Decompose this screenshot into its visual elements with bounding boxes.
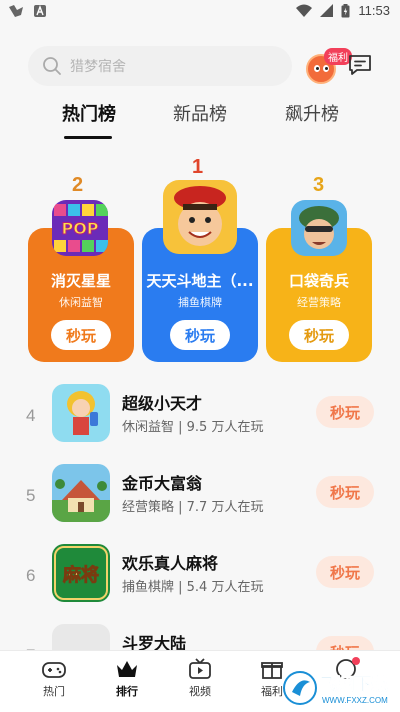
list-item[interactable]: 6 麻将 欢乐真人麻将 捕鱼棋牌 | 5.4 万人在玩 秒玩 [0,544,400,614]
watermark-url: WWW.FXXZ.COM [322,696,388,705]
podium-rank-1: 1 [192,156,204,178]
search-placeholder: 猎梦宿舍 [70,59,126,75]
nav-label: 热门 [43,685,65,698]
game-icon-pop-star[interactable]: POP [52,200,108,256]
list-title: 金币大富翁 [122,474,203,493]
watermark-logo: 飞翔下载 WWW.FXXZ.COM [280,668,398,708]
podium-category-3: 经营策略 [297,296,341,309]
tab-new[interactable]: 新品榜 [173,100,227,126]
game-icon-super-genius[interactable] [52,384,110,442]
game-icon-doudizhu[interactable] [163,180,237,254]
notification-dot [352,657,360,665]
pop-logo-text: POP [61,219,98,238]
list-title: 欢乐真人麻将 [122,554,219,573]
tab-rising[interactable]: 飙升榜 [285,100,339,126]
game-icon-pocket-troops[interactable] [291,200,347,256]
list-rank: 5 [26,486,36,505]
list-rank: 4 [26,406,36,425]
list-title: 超级小天才 [122,394,203,413]
message-icon[interactable] [348,54,372,76]
nav-ranking[interactable]: 排行 [97,657,157,699]
play-button-1[interactable]: 秒玩 [170,320,230,350]
play-button-2[interactable]: 秒玩 [51,320,111,350]
search-icon [43,57,61,75]
podium-rank-2: 2 [72,174,84,196]
tv-icon [189,658,211,679]
battery-icon [341,3,350,17]
podium-title-2: 消灭星星 [50,272,111,290]
list-item[interactable]: 5 金币大富翁 经营策略 | 7.7 万人在玩 秒玩 [0,464,400,534]
play-button[interactable]: 秒玩 [316,476,374,508]
signal-icon [320,4,334,17]
mahjong-logo-text: 麻将 [62,564,99,586]
list-rank: 6 [26,566,36,585]
crown-icon [117,661,137,677]
status-bar: 11:53 [0,0,400,24]
play-button[interactable]: 秒玩 [316,556,374,588]
game-icon-gold-tycoon[interactable] [52,464,110,522]
tab-hot[interactable]: 热门榜 [62,100,116,126]
gamepad-icon [42,662,66,678]
podium-title-3: 口袋奇兵 [288,272,349,290]
list-meta: 休闲益智 | 9.5 万人在玩 [122,420,264,435]
nav-label: 视频 [189,685,211,698]
list-meta: 捕鱼棋牌 | 5.4 万人在玩 [122,580,264,595]
game-icon-mahjong[interactable]: 麻将 [52,544,110,602]
watermark-text: 飞翔下载 [320,674,388,695]
nav-video[interactable]: 视频 [170,657,230,699]
ranking-tabs: 热门榜 新品榜 飙升榜 [0,100,400,140]
play-button-3[interactable]: 秒玩 [289,320,349,350]
podium-rank-3: 3 [313,174,325,196]
app-notification-icon [34,5,46,17]
nav-label: 排行 [116,685,138,698]
nav-hot[interactable]: 热门 [24,657,84,699]
notification-icon [9,5,23,17]
play-button[interactable]: 秒玩 [316,396,374,428]
podium-title-1: 天天斗地主（... [146,272,254,290]
welfare-avatar-button[interactable]: 福利 [304,48,352,88]
podium-category-2: 休闲益智 [59,296,103,309]
podium-category-1: 捕鱼棋牌 [178,296,222,309]
list-meta: 经营策略 | 7.7 万人在玩 [122,500,264,515]
tab-underline [64,136,112,139]
list-item[interactable]: 4 超级小天才 休闲益智 | 9.5 万人在玩 秒玩 [0,384,400,454]
clock: 11:53 [358,3,390,18]
wifi-icon [296,4,313,17]
search-input[interactable]: 猎梦宿舍 [28,46,292,86]
